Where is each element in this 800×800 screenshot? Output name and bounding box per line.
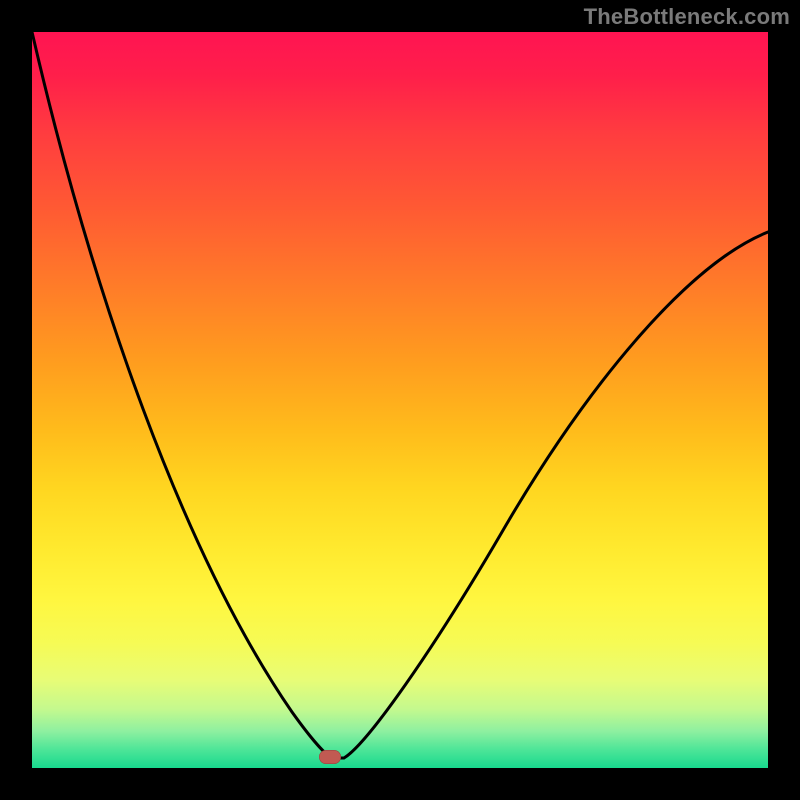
min-point-marker: [319, 750, 341, 764]
chart-frame: TheBottleneck.com: [0, 0, 800, 800]
watermark-text: TheBottleneck.com: [584, 4, 790, 30]
bottleneck-curve: [32, 32, 768, 768]
curve-path: [32, 32, 768, 758]
plot-area: [32, 32, 768, 768]
